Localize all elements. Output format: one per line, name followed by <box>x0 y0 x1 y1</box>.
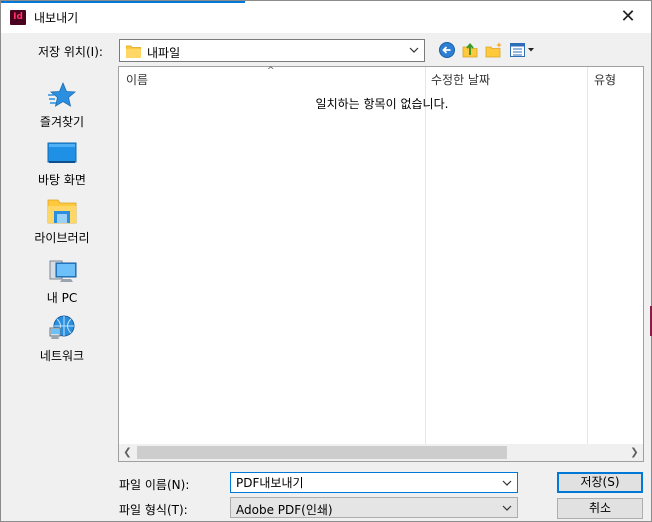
horizontal-scrollbar[interactable]: ❮ ❯ <box>119 444 643 461</box>
chevron-down-icon[interactable] <box>501 501 513 515</box>
column-header-name[interactable]: 이름 <box>126 71 148 88</box>
place-label: 바탕 화면 <box>38 173 86 187</box>
scrollbar-thumb[interactable] <box>137 446 507 459</box>
places-sidebar: 즐겨찾기 바탕 화면 라이브러리 내 PC 네트워크 <box>9 67 115 461</box>
network-icon <box>49 315 75 339</box>
scroll-right-icon[interactable]: ❯ <box>626 444 643 461</box>
computer-icon <box>49 260 77 282</box>
place-favorites[interactable]: 즐겨찾기 <box>9 75 115 131</box>
empty-list-message: 일치하는 항목이 없습니다. <box>315 97 449 111</box>
place-label: 라이브러리 <box>34 231 90 245</box>
place-label: 네트워크 <box>39 349 85 363</box>
sort-ascending-icon: ^ <box>267 66 275 76</box>
cancel-button[interactable]: 취소 <box>557 498 643 519</box>
scroll-left-icon[interactable]: ❮ <box>119 444 136 461</box>
save-location-value: 내파일 <box>147 46 181 60</box>
library-folder-icon <box>47 199 77 224</box>
desktop-icon <box>47 142 77 163</box>
place-desktop[interactable]: 바탕 화면 <box>9 133 115 189</box>
filetype-select[interactable]: Adobe PDF(인쇄) <box>230 497 518 518</box>
filename-label: 파일 이름(N): <box>119 478 190 492</box>
back-icon[interactable] <box>438 41 456 59</box>
star-icon <box>48 81 77 107</box>
chevron-down-icon[interactable] <box>501 476 513 490</box>
place-this-pc[interactable]: 내 PC <box>9 251 115 307</box>
up-one-level-icon[interactable] <box>461 41 479 59</box>
column-divider <box>425 67 426 447</box>
view-menu-icon[interactable] <box>509 41 535 59</box>
window-title: 내보내기 <box>34 11 79 25</box>
column-divider <box>587 67 588 447</box>
export-dialog: Id 내보내기 ✕ 저장 위치(I): 내파일 즐겨찾기 바탕 화면 라이브러리… <box>0 0 652 522</box>
place-label: 내 PC <box>46 291 78 305</box>
folder-icon <box>126 45 141 58</box>
indesign-app-icon: Id <box>10 10 26 25</box>
save-location-combo[interactable]: 내파일 <box>119 39 425 62</box>
column-header-modified[interactable]: 수정한 날짜 <box>431 71 490 88</box>
close-button[interactable]: ✕ <box>605 1 651 33</box>
save-button[interactable]: 저장(S) <box>557 472 643 493</box>
place-libraries[interactable]: 라이브러리 <box>9 191 115 247</box>
place-network[interactable]: 네트워크 <box>9 309 115 365</box>
chevron-down-icon[interactable] <box>408 43 420 57</box>
title-bar[interactable]: Id 내보내기 ✕ <box>1 1 651 33</box>
filename-input[interactable] <box>230 472 518 493</box>
place-label: 즐겨찾기 <box>39 115 85 129</box>
column-header-type[interactable]: 유형 <box>594 71 616 88</box>
save-location-label: 저장 위치(I): <box>38 45 103 59</box>
new-folder-icon[interactable] <box>485 41 503 59</box>
file-list[interactable]: ^ 이름 수정한 날짜 유형 일치하는 항목이 없습니다. ❮ ❯ <box>118 66 644 462</box>
active-taskbar-accent <box>1 1 245 3</box>
filetype-label: 파일 형식(T): <box>119 503 188 517</box>
